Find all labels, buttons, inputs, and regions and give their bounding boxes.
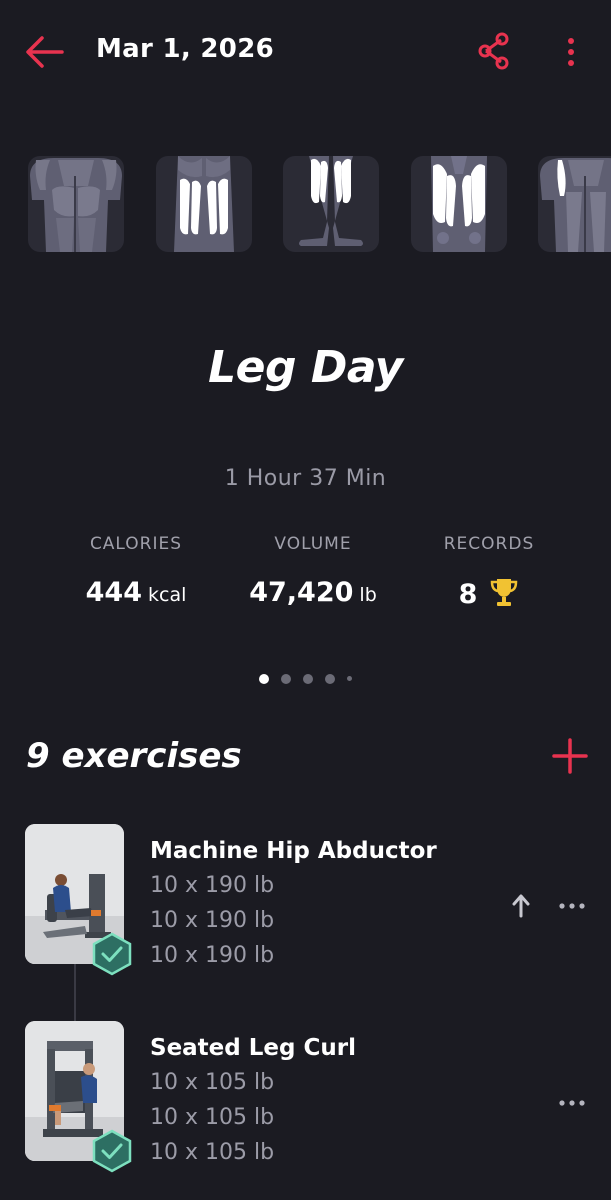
- page-indicator[interactable]: [0, 668, 611, 684]
- arrow-up-icon: [512, 894, 530, 918]
- calves-icon: [283, 156, 379, 252]
- volume-stat: VOLUME 47,420 lb: [213, 534, 413, 610]
- page-dot-5[interactable]: [347, 676, 352, 681]
- exercise-name: Machine Hip Abductor: [150, 838, 437, 864]
- back-button[interactable]: [22, 32, 66, 72]
- more-horizontal-icon: [559, 1100, 585, 1106]
- volume-value: 47,420: [249, 577, 354, 608]
- add-exercise-button[interactable]: [550, 736, 590, 776]
- volume-unit: lb: [359, 584, 377, 606]
- workout-title: Leg Day: [208, 342, 403, 393]
- exercise-item[interactable]: Seated Leg Curl 10 x 105 lb 10 x 105 lb …: [0, 1021, 611, 1173]
- arrow-left-icon: [26, 36, 64, 68]
- exercise-set: 10 x 105 lb: [150, 1105, 275, 1130]
- workout-date: Mar 1, 2026: [96, 34, 274, 64]
- share-button[interactable]: [474, 31, 514, 71]
- calories-unit: kcal: [148, 584, 187, 606]
- glutes-hamstrings-back-icon: [28, 156, 124, 252]
- trophy-icon: [491, 579, 518, 606]
- calories-stat: CALORIES 444 kcal: [36, 534, 236, 610]
- exercise-item[interactable]: Machine Hip Abductor 10 x 190 lb 10 x 19…: [0, 824, 611, 976]
- exercise-more-button[interactable]: [558, 1093, 586, 1113]
- plus-icon: [552, 738, 588, 774]
- workout-duration: 1 Hour 37 Min: [224, 466, 387, 491]
- exercises-count-title: 9 exercises: [26, 736, 242, 776]
- records-label: RECORDS: [443, 534, 535, 554]
- exercise-more-button[interactable]: [558, 896, 586, 916]
- calories-value: 444: [85, 577, 142, 608]
- reorder-up-button[interactable]: [510, 892, 532, 918]
- more-horizontal-icon: [559, 903, 585, 909]
- records-value: 8: [458, 579, 478, 610]
- share-icon: [478, 32, 509, 70]
- exercise-set: 10 x 190 lb: [150, 873, 275, 898]
- volume-label: VOLUME: [274, 534, 352, 554]
- top-bar: Mar 1, 2026: [0, 0, 611, 104]
- more-options-button[interactable]: [556, 32, 586, 72]
- page-dot-3[interactable]: [303, 673, 313, 684]
- exercise-set: 10 x 190 lb: [150, 908, 275, 933]
- exercise-set: 10 x 190 lb: [150, 943, 275, 968]
- muscle-groups-strip[interactable]: [0, 156, 611, 254]
- more-vertical-icon: [568, 38, 574, 66]
- check-badge-icon: [92, 932, 132, 976]
- hamstrings-icon: [156, 156, 252, 252]
- exercise-set: 10 x 105 lb: [150, 1070, 275, 1095]
- exercise-name: Seated Leg Curl: [150, 1035, 356, 1061]
- records-stat: RECORDS 8: [389, 534, 589, 610]
- page-dot-1[interactable]: [259, 673, 269, 684]
- exercise-set: 10 x 105 lb: [150, 1140, 275, 1165]
- page-dot-4[interactable]: [325, 673, 335, 684]
- quadriceps-icon: [411, 156, 507, 252]
- check-badge-icon: [92, 1129, 132, 1173]
- page-dot-2[interactable]: [281, 673, 291, 684]
- abductors-icon: [538, 156, 611, 252]
- calories-label: CALORIES: [89, 534, 183, 554]
